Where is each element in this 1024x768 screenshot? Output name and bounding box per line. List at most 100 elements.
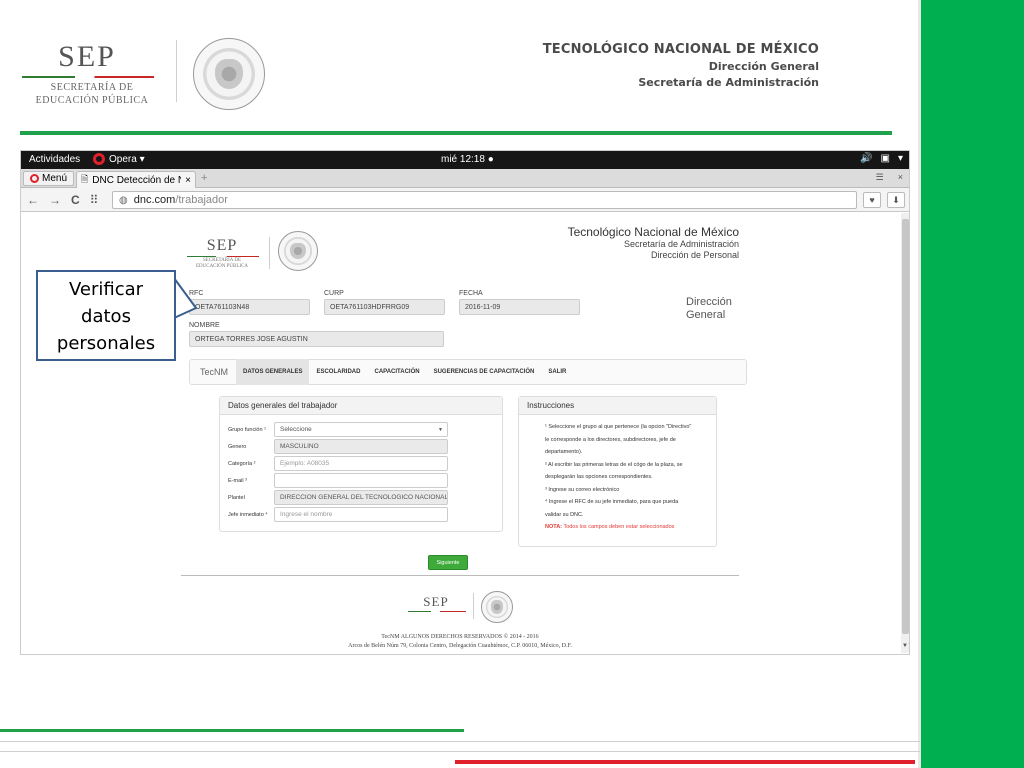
- sep-logo: SEP SECRETARÍA DE EDUCACIÓN PÚBLICA: [22, 40, 162, 107]
- instruction-line: le corresponde a los directores, subdire…: [545, 436, 676, 443]
- opera-app-label: Opera ▾: [109, 153, 145, 165]
- nav-salir[interactable]: SALIR: [541, 359, 573, 385]
- footer-sep-logo: SEP: [408, 594, 466, 613]
- opera-icon: [93, 153, 105, 165]
- page-icon: 🗎: [81, 174, 89, 184]
- callout-line-3: personales: [56, 333, 156, 354]
- scrollbar-thumb[interactable]: [902, 219, 909, 634]
- sep-logo-sub1: SECRETARÍA DE: [50, 82, 134, 93]
- desktop-top-bar: Actividades Opera ▾ mié 12:18 ● 🔊 ▣ ▾: [21, 151, 909, 169]
- navbar-brand[interactable]: TecNM: [190, 367, 236, 377]
- window-close-icon[interactable]: ×: [898, 172, 903, 183]
- url-domain: dnc.com: [133, 194, 176, 206]
- note-label: NOTA:: [545, 524, 563, 530]
- categoria-row: Categoría ² Ejemplo: A08035: [228, 456, 448, 471]
- speed-dial-icon[interactable]: ⠿: [90, 193, 99, 207]
- scroll-down-icon[interactable]: ▼: [902, 643, 908, 649]
- instruction-line: departamento).: [545, 449, 583, 455]
- footer-sep-rule: [408, 611, 466, 612]
- categoria-label: Categoría ²: [228, 460, 256, 467]
- nombre-label: NOMBRE: [189, 322, 220, 329]
- system-tray[interactable]: 🔊 ▣ ▾: [860, 153, 903, 164]
- bookmark-heart-icon[interactable]: ♥: [863, 192, 881, 208]
- nav-capacitacion[interactable]: CAPACITACIÓN: [367, 359, 426, 385]
- clock[interactable]: mié 12:18 ●: [441, 154, 494, 165]
- browser-menu-button[interactable]: Menú: [23, 171, 75, 186]
- nav-sugerencias[interactable]: SUGERENCIAS DE CAPACITACIÓN: [427, 359, 542, 385]
- new-tab-icon[interactable]: +: [201, 172, 207, 184]
- slide-header: TECNOLÓGICO NACIONAL DE MÉXICO Dirección…: [543, 42, 819, 89]
- tab-bar-controls: ☰ ×: [876, 172, 903, 183]
- page-title: Tecnológico Nacional de México: [567, 225, 739, 239]
- footer-green-rule: [0, 729, 464, 732]
- chevron-down-icon: ▼: [438, 426, 443, 433]
- green-sidebar-bar: [921, 0, 1024, 768]
- email-row: E-mail ³: [228, 473, 448, 488]
- jefe-inmediato-row: Jefe inmediato ⁴ Ingrese el nombre: [228, 507, 448, 522]
- grupo-funcion-label: Grupo función ¹: [228, 426, 266, 433]
- tray-menu-icon[interactable]: ▾: [898, 153, 903, 164]
- nombre-field: ORTEGA TORRES JOSE AGUSTIN: [189, 331, 444, 347]
- grupo-funcion-row: Grupo función ¹ Seleccione ▼: [228, 422, 448, 437]
- direccion-general-line1: Dirección: [686, 296, 732, 308]
- jefe-inmediato-label: Jefe inmediato ⁴: [228, 511, 268, 518]
- footer-logo-divider: [473, 593, 474, 619]
- site-info-icon[interactable]: ◍: [119, 195, 128, 206]
- page-scrollbar[interactable]: ▼: [901, 213, 909, 653]
- back-icon[interactable]: ←: [27, 193, 39, 207]
- activities-button[interactable]: Actividades: [29, 154, 80, 165]
- siguiente-button[interactable]: Siguiente: [428, 555, 468, 570]
- battery-icon[interactable]: ▣: [881, 153, 890, 164]
- instruction-line: desplegarán las opciones correspondiente…: [545, 474, 653, 480]
- page-sep-word: SEP: [206, 237, 238, 254]
- tab-close-icon[interactable]: ×: [185, 175, 191, 186]
- header-title: TECNOLÓGICO NACIONAL DE MÉXICO: [542, 42, 819, 57]
- page-subtitle-2: Dirección de Personal: [650, 250, 739, 260]
- nav-escolaridad[interactable]: ESCOLARIDAD: [309, 359, 367, 385]
- callout-text: Verificar datos personales: [36, 276, 176, 357]
- callout-line-1: Verificar: [68, 279, 144, 300]
- page-footer-text: TecNM ALGUNOS DERECHOS RESERVADOS © 2014…: [181, 633, 739, 651]
- tab-menu-icon[interactable]: ☰: [876, 172, 884, 183]
- header-subtitle-2: Secretaría de Administración: [638, 76, 819, 89]
- footer-sep-word: SEP: [423, 594, 449, 609]
- page-sep-sub2: EDUCACIÓN PÚBLICA: [195, 264, 249, 269]
- volume-icon[interactable]: 🔊: [860, 153, 872, 164]
- genero-row: Genero MASCULINO: [228, 439, 448, 454]
- reload-icon[interactable]: C: [71, 193, 80, 207]
- browser-nav-bar: ← → C ⠿ ◍ dnc.com/trabajador ♥ ⬇: [21, 188, 909, 212]
- nav-buttons: ← → C ⠿: [27, 193, 98, 207]
- header-green-rule: [20, 131, 892, 135]
- genero-label: Genero: [228, 443, 247, 450]
- grupo-funcion-select[interactable]: Seleccione ▼: [274, 422, 448, 437]
- direccion-general-label: Dirección General: [686, 296, 732, 322]
- footer-grey-rule-1: [0, 741, 920, 742]
- fecha-field: 2016-11-09: [459, 299, 580, 315]
- plantel-label: Plantel: [228, 494, 245, 501]
- address-bar-actions: ♥ ⬇: [863, 192, 905, 208]
- instruction-note: NOTA: Todos los campos deben estar selec…: [545, 521, 706, 534]
- tab-dnc[interactable]: 🗎 DNC Detección de Ne ×: [76, 171, 196, 188]
- nav-datos-generales[interactable]: DATOS GENERALES: [236, 359, 310, 385]
- instruction-line: ⁴ Ingrese el RFC de su jefe inmediato, p…: [545, 499, 679, 505]
- instruction-line: ² Al escribir las primeras letras de el …: [545, 461, 683, 468]
- footer-red-rule: [455, 760, 915, 764]
- instrucciones-heading: Instrucciones: [519, 397, 716, 415]
- page-navbar: TecNM DATOS GENERALES ESCOLARIDAD CAPACI…: [189, 359, 747, 385]
- email-input[interactable]: [274, 473, 448, 488]
- datos-generales-panel: Datos generales del trabajador Grupo fun…: [219, 396, 503, 532]
- address-bar[interactable]: ◍ dnc.com/trabajador: [112, 191, 857, 209]
- email-label: E-mail ³: [228, 477, 247, 484]
- download-icon[interactable]: ⬇: [887, 192, 905, 208]
- page-subtitle-1: Secretaría de Administración: [623, 239, 739, 249]
- fecha-label: FECHA: [459, 290, 483, 297]
- jefe-inmediato-input[interactable]: Ingrese el nombre: [274, 507, 448, 522]
- direccion-general-line2: General: [686, 309, 726, 321]
- categoria-input[interactable]: Ejemplo: A08035: [274, 456, 448, 471]
- opera-app-menu[interactable]: Opera ▾: [93, 153, 145, 165]
- footer-grey-rule-2: [0, 751, 920, 752]
- instruction-line: ³ Ingrese su correo electrónico: [545, 486, 620, 493]
- forward-icon[interactable]: →: [49, 193, 61, 207]
- rfc-field: OETA761103N48: [189, 299, 310, 315]
- footer-address: Arcos de Belén Núm 79, Colonia Centro, D…: [348, 643, 572, 649]
